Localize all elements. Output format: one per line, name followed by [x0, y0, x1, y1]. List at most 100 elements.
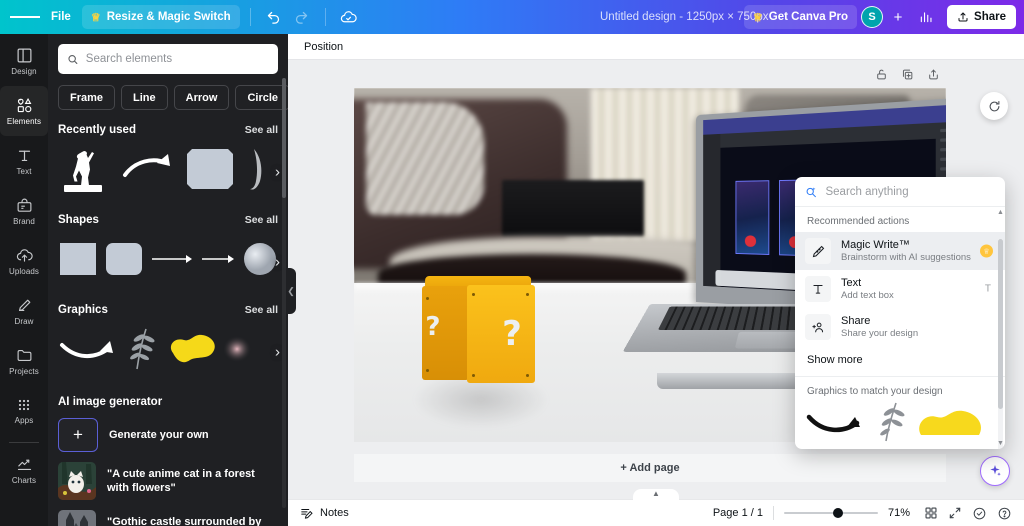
- add-page-button[interactable]: + Add page: [354, 454, 946, 482]
- generate-your-own-item[interactable]: + Generate your own: [58, 418, 278, 452]
- zoom-slider[interactable]: [784, 507, 878, 519]
- thumb-rounded-rect[interactable]: [104, 239, 144, 284]
- photo-pillow: [365, 102, 485, 216]
- export-icon[interactable]: [927, 68, 940, 81]
- sidebar-item-apps[interactable]: Apps: [0, 386, 48, 436]
- see-all-recently-used[interactable]: See all: [245, 124, 278, 136]
- sidebar-item-uploads[interactable]: Uploads: [0, 236, 48, 286]
- chip-arrow[interactable]: Arrow: [173, 85, 230, 110]
- lock-icon[interactable]: [875, 68, 888, 81]
- search-elements-box[interactable]: [58, 44, 278, 74]
- chip-circle[interactable]: Circle: [235, 85, 288, 110]
- recently-used-next-icon[interactable]: ›: [275, 163, 280, 180]
- action-magic-write[interactable]: Magic Write™ Brainstorm with AI suggesti…: [795, 232, 1005, 270]
- gray-leaf-branch-icon: [880, 402, 905, 441]
- thumb-statue[interactable]: [58, 143, 114, 200]
- thumb-leaf-branch[interactable]: [124, 325, 158, 378]
- graphics-next-icon[interactable]: ›: [275, 343, 280, 360]
- scroll-down-arrow-icon[interactable]: ▼: [997, 440, 1004, 447]
- chevron-up-icon[interactable]: ▲: [633, 489, 679, 500]
- scroll-up-arrow-icon[interactable]: ▲: [997, 209, 1004, 216]
- left-rail: Design Elements Text Brand Uploads Draw …: [0, 34, 48, 526]
- show-more-button[interactable]: Show more: [795, 346, 1005, 376]
- sidebar-item-draw[interactable]: Draw: [0, 286, 48, 336]
- crown-icon-pro: ♕: [752, 11, 763, 24]
- grid-view-icon[interactable]: [924, 506, 938, 520]
- sidebar-item-design[interactable]: Design: [0, 36, 48, 86]
- see-all-graphics[interactable]: See all: [245, 304, 278, 316]
- help-circle-icon[interactable]: [997, 506, 1012, 521]
- action-text-text: Text Add text box: [841, 277, 894, 301]
- hamburger-icon[interactable]: [10, 2, 40, 32]
- position-button[interactable]: Position: [304, 41, 343, 53]
- search-icon: [68, 54, 78, 64]
- panel-collapse-handle[interactable]: ❮: [286, 268, 296, 314]
- chip-frame[interactable]: Frame: [58, 85, 116, 110]
- thumb-brush-stroke[interactable]: [244, 143, 270, 200]
- gfx-thumb-branch[interactable]: [873, 401, 909, 447]
- file-menu-button[interactable]: File: [42, 5, 80, 29]
- resize-magic-switch-label: Resize & Magic Switch: [106, 11, 231, 23]
- chip-line[interactable]: Line: [121, 85, 168, 110]
- top-toolbar-left: File ♕ Resize & Magic Switch: [0, 2, 362, 32]
- notes-label: Notes: [320, 507, 349, 519]
- get-canva-pro-button[interactable]: ♕ Get Canva Pro: [743, 5, 858, 29]
- block-question-mark-left: ?: [425, 312, 441, 343]
- sidebar-item-text[interactable]: Text: [0, 136, 48, 186]
- action-text[interactable]: Text Add text box T: [795, 270, 1005, 308]
- graphics-row: ›: [58, 323, 280, 380]
- cloud-saved-icon[interactable]: [336, 4, 362, 30]
- magic-sparkle-icon[interactable]: [980, 456, 1010, 486]
- search-anything-input[interactable]: [825, 185, 995, 198]
- zoom-slider-handle[interactable]: [832, 508, 843, 518]
- redo-icon[interactable]: [289, 4, 315, 30]
- thumb-gradient-circle[interactable]: [244, 239, 278, 284]
- notes-button[interactable]: Notes: [300, 506, 349, 520]
- zoom-value[interactable]: 71%: [888, 507, 914, 519]
- share-button[interactable]: Share: [947, 5, 1016, 29]
- thumb-line-arrow-b[interactable]: [200, 239, 238, 284]
- shapes-next-icon[interactable]: ›: [275, 253, 280, 270]
- search-anything-box[interactable]: [795, 177, 1005, 207]
- graphics-match-label: Graphics to match your design: [807, 386, 943, 397]
- ai-prompt-label-2: "Gothic castle surrounded by dinosaurs": [107, 515, 262, 526]
- thumb-curved-arrow[interactable]: [120, 143, 176, 200]
- canvas-action-icons: [875, 68, 940, 81]
- gfx-thumb-arrow[interactable]: [805, 401, 867, 447]
- thumb-arrow-graphic[interactable]: [58, 325, 118, 378]
- check-circle-icon[interactable]: [972, 506, 987, 521]
- duplicate-icon[interactable]: [901, 68, 914, 81]
- section-header-recently-used: Recently used See all: [58, 124, 278, 136]
- sidebar-item-label-charts: Charts: [11, 475, 37, 485]
- anime-cat-thumbnail: [58, 462, 96, 500]
- thumb-square[interactable]: [58, 239, 98, 284]
- ai-prompt-item-2[interactable]: "Gothic castle surrounded by dinosaurs": [58, 510, 278, 526]
- bottom-divider: [773, 506, 774, 520]
- avatar[interactable]: S: [861, 6, 884, 28]
- recently-used-row: ›: [58, 143, 280, 200]
- plus-icon[interactable]: +: [887, 6, 909, 28]
- section-title-shapes: Shapes: [58, 214, 99, 226]
- yellow-blob-icon: [170, 334, 215, 363]
- bar-chart-icon[interactable]: [913, 4, 939, 30]
- sidebar-item-projects[interactable]: Projects: [0, 336, 48, 386]
- sidebar-item-charts[interactable]: Charts: [0, 445, 48, 495]
- search-input[interactable]: [85, 53, 269, 65]
- thumb-line-arrow-a[interactable]: [150, 239, 194, 284]
- undo-icon[interactable]: [261, 4, 287, 30]
- thumb-pink-blur[interactable]: [224, 325, 254, 378]
- thumb-yellow-blob[interactable]: [164, 325, 218, 378]
- action-magic-write-text: Magic Write™ Brainstorm with AI suggesti…: [841, 239, 971, 263]
- see-all-shapes[interactable]: See all: [245, 214, 278, 226]
- ai-prompt-item-1[interactable]: "A cute anime cat in a forest with flowe…: [58, 462, 278, 500]
- resize-magic-switch-button[interactable]: ♕ Resize & Magic Switch: [81, 5, 240, 29]
- sidebar-item-brand[interactable]: Brand: [0, 186, 48, 236]
- rotate-magic-icon[interactable]: [980, 92, 1008, 120]
- sidebar-item-elements[interactable]: Elements: [0, 86, 48, 136]
- share-people-icon: [805, 314, 831, 340]
- action-share[interactable]: Share Share your design: [795, 308, 1005, 346]
- expand-icon[interactable]: [948, 506, 962, 520]
- dropdown-scrollbar[interactable]: [998, 239, 1003, 449]
- thumb-rounded-square[interactable]: [182, 143, 238, 200]
- gfx-thumb-yellow-blob[interactable]: [915, 401, 985, 447]
